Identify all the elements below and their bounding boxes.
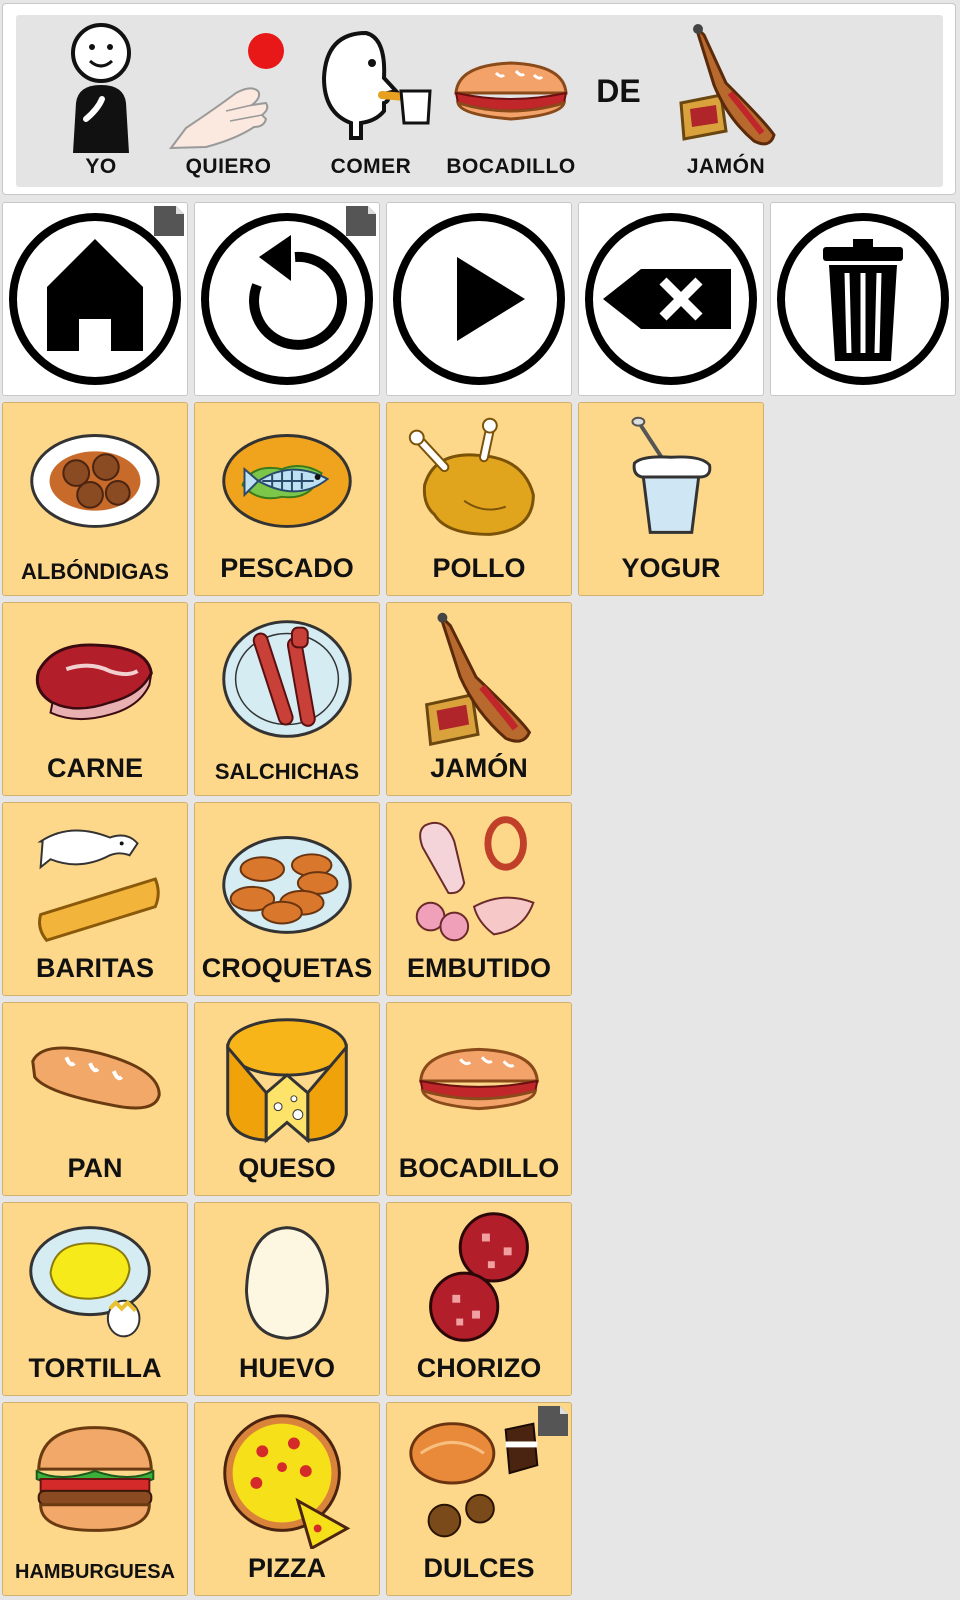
cell-jamon[interactable]: JAMÓN xyxy=(386,602,572,796)
folder-icon xyxy=(154,206,184,236)
sentence-strip[interactable]: YO QUIERO COMER BOCADILLO DE JAMÓN xyxy=(16,15,943,187)
cell-pan[interactable]: PAN xyxy=(2,1002,188,1196)
raw-meat-icon xyxy=(11,611,179,749)
sausages-icon xyxy=(203,611,371,749)
cell-albondigas[interactable]: ALBÓNDIGAS xyxy=(2,402,188,596)
undo-icon xyxy=(201,213,373,385)
hand-reaching-ball-icon xyxy=(166,23,291,153)
cell-chorizo[interactable]: CHORIZO xyxy=(386,1202,572,1396)
fish-plate-icon xyxy=(203,411,371,549)
person-eating-icon xyxy=(306,23,436,153)
ham-leg-icon xyxy=(666,23,786,153)
meatballs-icon xyxy=(11,411,179,549)
sentence-word-quiero[interactable]: QUIERO xyxy=(166,15,291,187)
cell-label: CARNE xyxy=(46,753,143,783)
cell-label: HAMBURGUESA xyxy=(15,1561,175,1583)
fish-sticks-icon xyxy=(11,811,179,949)
cell-label: QUESO xyxy=(238,1153,336,1183)
play-icon xyxy=(393,213,565,385)
sentence-word-comer[interactable]: COMER xyxy=(306,15,436,187)
chorizo-slices-icon xyxy=(395,1211,563,1349)
cell-label: TORTILLA xyxy=(28,1353,162,1383)
bread-icon xyxy=(11,1011,179,1149)
cell-carne[interactable]: CARNE xyxy=(2,602,188,796)
roast-chicken-icon xyxy=(395,411,563,549)
backspace-button[interactable] xyxy=(578,202,764,396)
cell-salchichas[interactable]: SALCHICHAS xyxy=(194,602,380,796)
yogurt-icon xyxy=(587,411,755,549)
croquettes-icon xyxy=(203,811,371,949)
burger-icon xyxy=(11,1411,179,1549)
home-icon xyxy=(9,213,181,385)
sentence-word-label: JAMÓN xyxy=(686,155,766,178)
cell-tortilla[interactable]: TORTILLA xyxy=(2,1202,188,1396)
cell-queso[interactable]: QUESO xyxy=(194,1002,380,1196)
cell-pizza[interactable]: PIZZA xyxy=(194,1402,380,1596)
sentence-word-de[interactable]: DE xyxy=(581,15,656,187)
cold-cuts-icon xyxy=(395,811,563,949)
sentence-word-yo[interactable]: YO xyxy=(46,15,156,187)
backspace-icon xyxy=(585,213,757,385)
sandwich-icon xyxy=(395,1011,563,1149)
play-button[interactable] xyxy=(386,202,572,396)
cell-label: ALBÓNDIGAS xyxy=(21,559,169,584)
sandwich-icon xyxy=(446,23,576,153)
sentence-word-label: YO xyxy=(85,155,117,178)
cell-label: BOCADILLO xyxy=(398,1153,560,1183)
cell-label: POLLO xyxy=(432,553,526,583)
cell-label: DULCES xyxy=(423,1553,535,1583)
cell-label: PESCADO xyxy=(220,553,354,583)
folder-icon xyxy=(538,1406,568,1436)
cell-label: CHORIZO xyxy=(416,1353,542,1383)
egg-icon xyxy=(203,1211,371,1349)
cell-huevo[interactable]: HUEVO xyxy=(194,1202,380,1396)
ham-leg-icon xyxy=(395,611,563,749)
cell-dulces[interactable]: DULCES xyxy=(386,1402,572,1596)
sentence-word-label: BOCADILLO xyxy=(446,155,576,178)
cell-label: PAN xyxy=(67,1153,123,1183)
home-button[interactable] xyxy=(2,202,188,396)
cell-label: HUEVO xyxy=(238,1353,336,1383)
cell-baritas[interactable]: BARITAS xyxy=(2,802,188,996)
cell-label: YOGUR xyxy=(621,553,721,583)
cell-yogur[interactable]: YOGUR xyxy=(578,402,764,596)
clear-button[interactable] xyxy=(770,202,956,396)
cell-pescado[interactable]: PESCADO xyxy=(194,402,380,596)
cell-label: JAMÓN xyxy=(430,753,528,783)
sentence-bar[interactable]: YO QUIERO COMER BOCADILLO DE JAMÓN xyxy=(2,3,956,195)
sentence-word-bocadillo[interactable]: BOCADILLO xyxy=(446,15,576,187)
cell-embutido[interactable]: EMBUTIDO xyxy=(386,802,572,996)
trash-icon xyxy=(777,213,949,385)
cell-label: EMBUTIDO xyxy=(407,953,551,983)
cell-bocadillo[interactable]: BOCADILLO xyxy=(386,1002,572,1196)
omelette-icon xyxy=(11,1211,179,1349)
cheese-wheel-icon xyxy=(203,1011,371,1149)
cell-label: SALCHICHAS xyxy=(214,759,360,784)
undo-button[interactable] xyxy=(194,202,380,396)
cell-label: PIZZA xyxy=(248,1553,326,1583)
pizza-icon xyxy=(203,1411,371,1549)
folder-icon xyxy=(346,206,376,236)
sentence-word-jamon[interactable]: JAMÓN xyxy=(666,15,786,187)
sentence-word-label: COMER xyxy=(330,155,412,178)
sentence-word-text: DE xyxy=(596,73,641,109)
cell-croquetas[interactable]: CROQUETAS xyxy=(194,802,380,996)
cell-label: CROQUETAS xyxy=(201,953,373,983)
cell-label: BARITAS xyxy=(36,953,154,983)
cell-hamburguesa[interactable]: HAMBURGUESA xyxy=(2,1402,188,1596)
person-pointing-self-icon xyxy=(46,23,156,153)
cell-pollo[interactable]: POLLO xyxy=(386,402,572,596)
sentence-word-label: QUIERO xyxy=(185,155,272,178)
